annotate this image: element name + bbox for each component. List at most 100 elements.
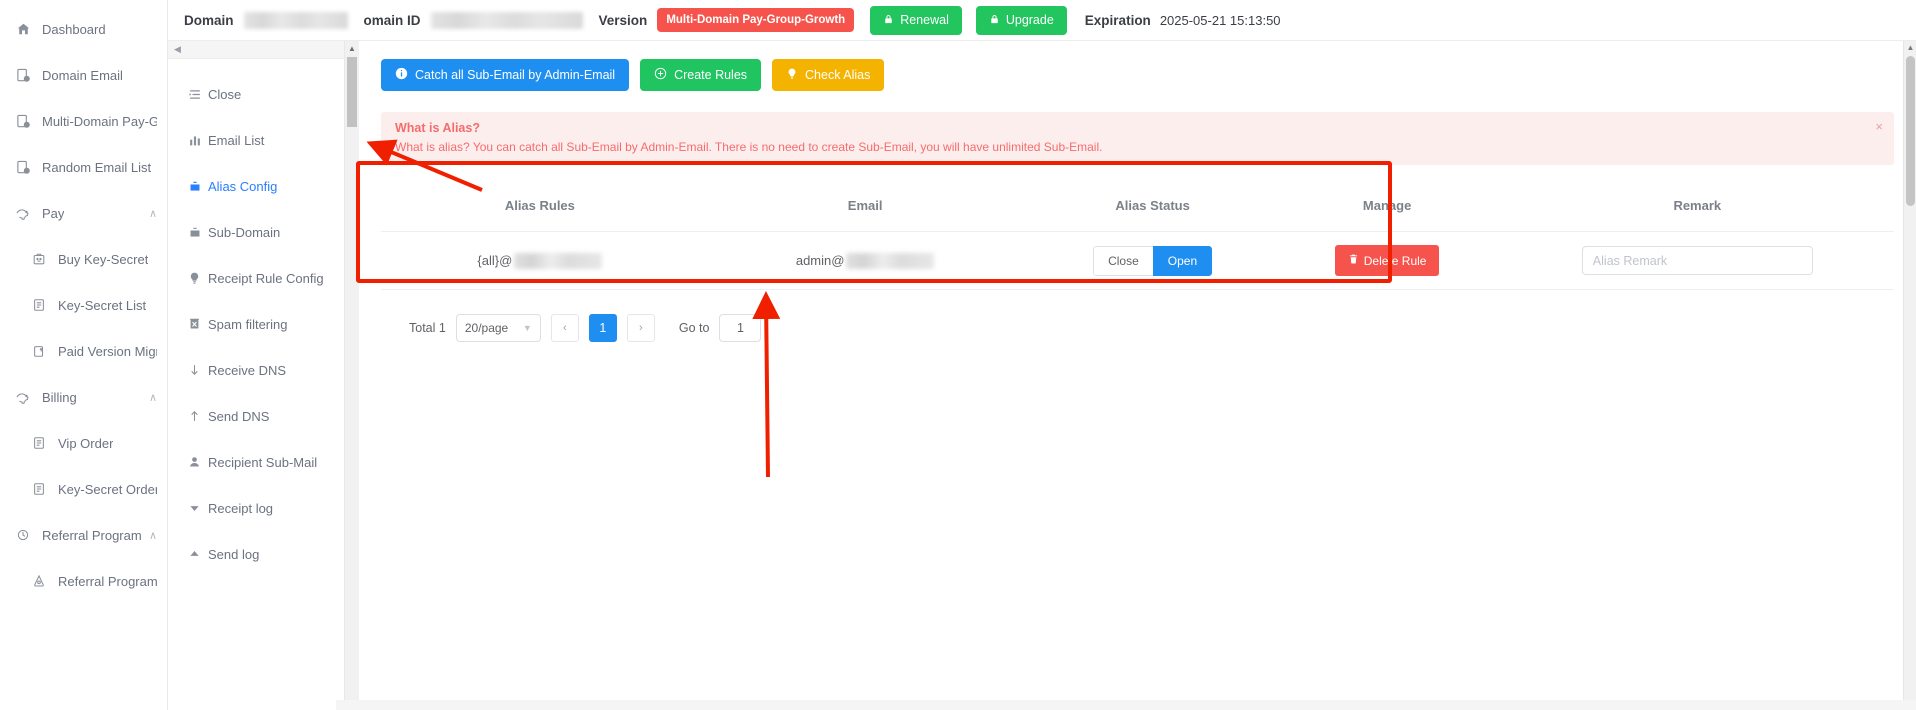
alias-status-close-button[interactable]: Close [1093,245,1153,276]
domain-icon [14,159,32,175]
email-prefix: admin@ [795,253,845,268]
sidebar-item-multi-domain-pay-group[interactable]: Multi-Domain Pay-Group [0,98,167,144]
sidebar-item-buy-key-secret[interactable]: Buy Key-Secret [0,236,167,282]
sidebar-item-dashboard[interactable]: Dashboard [0,6,167,52]
cell-remark [1500,231,1894,290]
sidebar-item-label: Alias Config [208,178,278,194]
upgrade-button[interactable]: Upgrade [975,5,1067,35]
close-list-icon [188,88,208,101]
horizontal-scrollbar[interactable] [336,700,1916,710]
alias-rule-domain-redacted [514,252,603,269]
goto-page-input[interactable] [719,314,762,342]
domain-id-value-redacted [430,11,583,29]
sidebar-item-label: Email List [208,132,265,148]
app-root: Dashboard Domain Email Multi-Domain Pay-… [0,0,1916,710]
sub-sidebar: ◀ Close Email List Alias Config Sub-Doma… [168,41,345,710]
sidebar-item-label: Receipt Rule Config [208,270,324,286]
pay-icon [14,205,32,221]
alias-rule-prefix: {all}@ [477,253,513,268]
chevron-up-icon[interactable]: ∧ [149,529,157,542]
page-number-1[interactable]: 1 [588,314,617,342]
window-scrollbar[interactable]: ▲ ▼ [1903,41,1916,710]
sidebar-item-label: Dashboard [42,21,106,37]
sidebar-item-paid-version-migration[interactable]: Paid Version Migration [0,328,167,374]
sidebar-item-label: Referral Program [58,573,157,589]
chevron-up-icon[interactable]: ∧ [149,207,157,220]
chevron-up-icon[interactable]: ∧ [149,391,157,404]
panel-scrollbar[interactable]: ▲ [345,41,359,710]
expiration-label: Expiration [1084,12,1151,28]
close-icon[interactable]: × [1875,120,1883,133]
spam-icon [188,317,208,331]
prev-page-button[interactable]: ‹ [550,314,579,342]
sidebar-item-spam-filtering[interactable]: Spam filtering [168,301,344,347]
alias-table: Alias Rules Email Alias Status Manage Re… [381,181,1894,290]
upgrade-button-label: Upgrade [1005,13,1054,27]
alias-remark-input[interactable] [1581,246,1813,275]
sidebar-group-billing[interactable]: Billing ∧ [0,374,167,420]
table-header-row: Alias Rules Email Alias Status Manage Re… [381,181,1894,232]
sidebar-item-label: Key-Secret Order [58,481,157,497]
sidebar-item-recipient-sub-mail[interactable]: Recipient Sub-Mail [168,439,344,485]
sidebar-item-key-secret-order[interactable]: Key-Secret Order [0,466,167,512]
gift-icon [14,527,32,543]
column-header-alias-rules: Alias Rules [381,181,699,232]
goto-label: Go to [678,321,710,335]
sidebar-item-domain-email[interactable]: Domain Email [0,52,167,98]
sidebar-item-label: Key-Secret List [58,297,147,313]
email-domain-redacted [846,252,935,269]
key-icon [30,251,48,267]
alias-status-open-button[interactable]: Open [1152,245,1213,276]
sidebar-item-key-secret-list[interactable]: Key-Secret List [0,282,167,328]
scroll-up-icon[interactable]: ▲ [345,41,359,55]
domain-id-label: omain ID [363,12,421,28]
page-size-select[interactable]: 20/page ▼ [455,314,541,342]
alias-config-panel: ▲ Catch all Sub-Email by Admin-Email Cre… [345,41,1916,710]
column-header-alias-status: Alias Status [1031,181,1274,232]
sidebar-item-receipt-log[interactable]: Receipt log [168,485,344,531]
lock-icon [989,13,1000,28]
sidebar-group-referral-program[interactable]: Referral Program ∧ [0,512,167,558]
list-icon [30,297,48,313]
sidebar-item-close[interactable]: Close [168,71,344,117]
sidebar-item-send-dns[interactable]: Send DNS [168,393,344,439]
next-page-button[interactable]: › [626,314,655,342]
sidebar-item-random-email-list[interactable]: Random Email List [0,144,167,190]
sidebar-item-sub-domain[interactable]: Sub-Domain [168,209,344,255]
collapse-left-icon[interactable]: ◀ [174,44,181,55]
panel-scrollbar-thumb[interactable] [347,57,357,127]
sidebar-item-label: Referral Program [42,527,142,543]
lock-icon [883,13,894,28]
sidebar-item-email-list[interactable]: Email List [168,117,344,163]
renewal-button[interactable]: Renewal [870,5,962,35]
alert-description: What is alias? You can catch all Sub-Ema… [395,140,1103,154]
sidebar-item-label: Receipt log [208,500,274,516]
body-row: ◀ Close Email List Alias Config Sub-Doma… [168,41,1916,710]
sidebar-item-alias-config[interactable]: Alias Config [168,163,344,209]
sidebar-item-send-log[interactable]: Send log [168,531,344,577]
sidebar-collapse-bar[interactable]: ◀ [168,41,344,59]
sidebar-group-pay[interactable]: Pay ∧ [0,190,167,236]
sidebar-item-receive-dns[interactable]: Receive DNS [168,347,344,393]
list-icon [30,481,48,497]
sidebar-item-receipt-rule-config[interactable]: Receipt Rule Config [168,255,344,301]
create-rules-button[interactable]: Create Rules [640,59,762,91]
pagination: Total 1 20/page ▼ ‹ 1 › Go to [381,290,1894,342]
referral-icon [30,573,48,589]
delete-rule-button[interactable]: Delete Rule [1334,245,1440,276]
sidebar-item-label: Send DNS [208,408,270,424]
chevron-down-icon: ▼ [522,323,532,333]
window-scrollbar-thumb[interactable] [1906,56,1915,206]
catch-all-sub-email-button[interactable]: Catch all Sub-Email by Admin-Email [381,59,630,91]
sidebar-item-referral-program[interactable]: Referral Program [0,558,167,604]
triangle-up-icon [188,548,208,560]
renewal-button-label: Renewal [900,13,949,27]
sidebar-item-label: Pay [42,205,65,221]
total-count-label: Total 1 [409,321,446,335]
check-alias-button[interactable]: Check Alias [772,59,885,91]
scroll-up-icon[interactable]: ▲ [1904,41,1916,54]
subdomain-icon [188,226,208,239]
column-header-email: Email [698,181,1032,232]
alias-status-toggle[interactable]: Close Open [1093,245,1213,276]
sidebar-item-vip-order[interactable]: Vip Order [0,420,167,466]
